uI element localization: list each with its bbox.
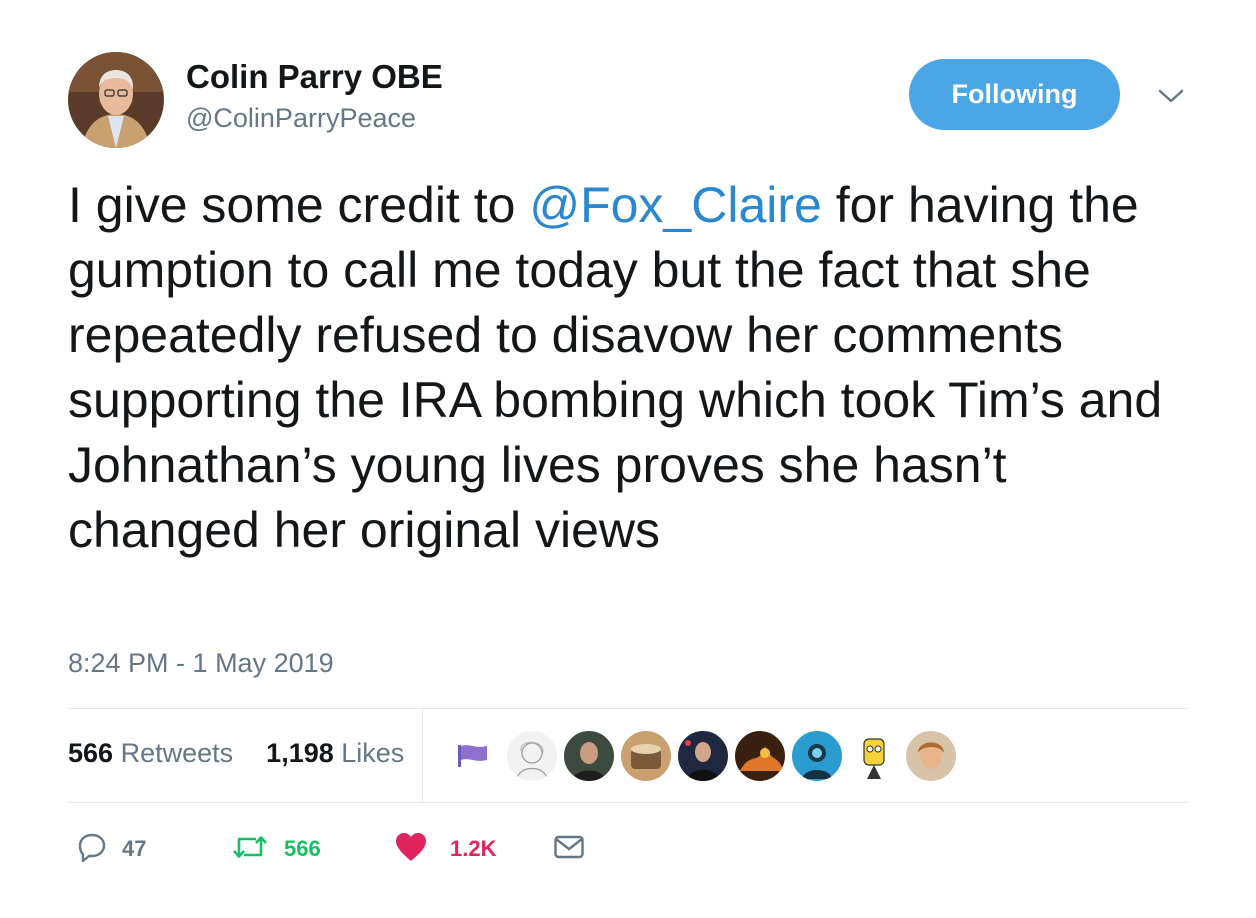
liker-avatar-1[interactable]: [505, 729, 559, 783]
liker-avatar-7[interactable]: [847, 729, 901, 783]
likes-count: 1,198: [266, 738, 334, 768]
likes-label: Likes: [341, 738, 405, 768]
retweet-action[interactable]: 566: [230, 832, 321, 866]
retweets-stat[interactable]: 566 Retweets: [68, 738, 233, 768]
reply-action[interactable]: 47: [76, 832, 146, 866]
liker-avatar-5[interactable]: [733, 729, 787, 783]
divider-top: [68, 708, 1188, 709]
reply-icon: [76, 831, 108, 868]
liker-avatar-2[interactable]: [562, 729, 616, 783]
liker-avatar-8[interactable]: [904, 729, 958, 783]
flag-icon[interactable]: [455, 741, 491, 774]
tweet-text-rest: for having the gumption to call me today…: [68, 177, 1163, 558]
liker-avatar-3[interactable]: [619, 729, 673, 783]
tweet-text-start: I give some credit to: [68, 177, 530, 233]
chevron-down-icon[interactable]: [1158, 86, 1184, 106]
liker-avatar-6[interactable]: [790, 729, 844, 783]
like-count: 1.2K: [450, 836, 497, 861]
following-button[interactable]: Following: [909, 59, 1120, 130]
heart-icon: [394, 831, 428, 868]
stats-divider: [422, 709, 423, 802]
retweets-label: Retweets: [120, 738, 234, 768]
likes-stat[interactable]: 1,198 Likes: [266, 738, 404, 768]
author-handle[interactable]: @ColinParryPeace: [186, 103, 416, 134]
reply-count: 47: [122, 836, 147, 861]
envelope-icon: [553, 833, 585, 866]
direct-message-action[interactable]: [553, 832, 585, 866]
liker-avatar-4[interactable]: [676, 729, 730, 783]
author-display-name[interactable]: Colin Parry OBE: [186, 58, 443, 96]
author-avatar[interactable]: [68, 52, 164, 148]
retweet-count: 566: [284, 836, 321, 861]
like-action[interactable]: 1.2K: [394, 832, 496, 866]
retweets-count: 566: [68, 738, 114, 768]
divider-bottom: [68, 802, 1188, 803]
tweet-timestamp[interactable]: 8:24 PM - 1 May 2019: [68, 648, 334, 679]
tweet-stats: 566 Retweets 1,198 Likes: [68, 738, 404, 769]
mention-link[interactable]: @Fox_Claire: [529, 177, 822, 233]
retweet-icon: [230, 832, 270, 867]
tweet-text: I give some credit to @Fox_Claire for ha…: [68, 173, 1188, 563]
